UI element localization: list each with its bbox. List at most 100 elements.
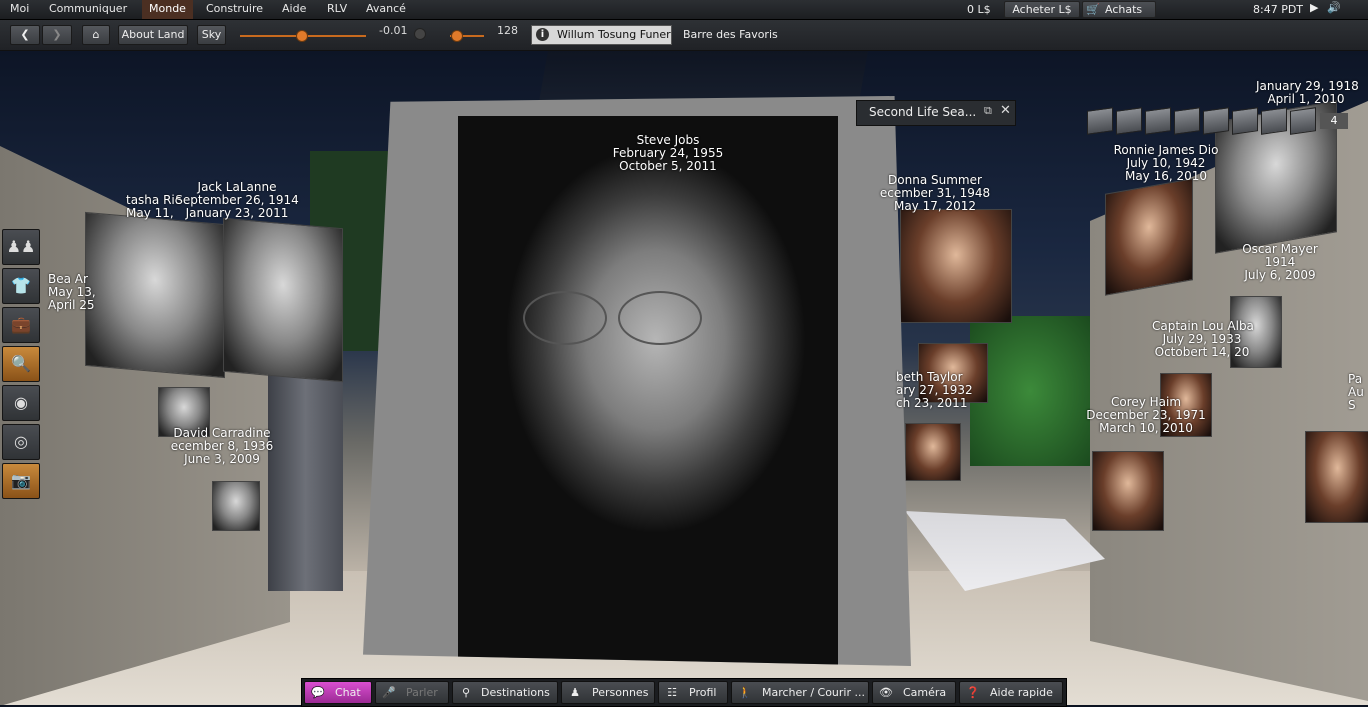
menu-build[interactable]: Construire bbox=[199, 0, 270, 19]
menu-help[interactable]: Aide bbox=[275, 0, 313, 19]
camera-object-6[interactable] bbox=[1232, 107, 1258, 135]
memorial-photo-taylor-2[interactable] bbox=[905, 423, 961, 481]
caption-david-carradine: David Carradine ecember 8, 1936 June 3, 20… bbox=[170, 426, 274, 466]
camera-button[interactable]: 👁 Caméra bbox=[872, 681, 956, 704]
help-icon: ❓ bbox=[966, 686, 980, 699]
sidebar-inventory-button[interactable]: 💼 bbox=[2, 307, 40, 343]
environment-slider-value: -0.01 bbox=[379, 24, 408, 37]
shop-button[interactable]: 🛒 Achats bbox=[1082, 1, 1156, 18]
cart-icon: 🛒 bbox=[1086, 3, 1100, 16]
map-pin-icon: ⚲ bbox=[461, 686, 471, 699]
radar-icon: ◎ bbox=[14, 432, 28, 451]
memorial-photo-haim-2[interactable] bbox=[1092, 451, 1164, 531]
destinations-label: Destinations bbox=[481, 686, 550, 699]
sidebar-snapshot-button[interactable]: 📷 bbox=[2, 463, 40, 499]
people-button[interactable]: ♟ Personnes bbox=[561, 681, 655, 704]
info-icon[interactable]: i bbox=[536, 28, 549, 41]
favorites-bar[interactable]: Barre des Favoris bbox=[683, 28, 778, 41]
speak-button[interactable]: 🎤 Parler bbox=[375, 681, 449, 704]
volume-icon[interactable]: 🔊 bbox=[1327, 1, 1341, 14]
appearance-icon: 👕 bbox=[11, 276, 31, 295]
memorial-photo-small[interactable] bbox=[212, 481, 260, 531]
home-icon: ⌂ bbox=[92, 28, 100, 41]
undock-icon[interactable]: ⧉ bbox=[984, 104, 992, 118]
caption-steve-jobs: Steve Jobs February 24, 1955 October 5, 20… bbox=[612, 133, 724, 173]
quick-help-button[interactable]: ❓ Aide rapide bbox=[959, 681, 1063, 704]
destinations-button[interactable]: ⚲ Destinations bbox=[452, 681, 558, 704]
memorial-photo-lalanne-2[interactable] bbox=[223, 217, 343, 383]
caption-pa: Pa Au S bbox=[1348, 372, 1364, 412]
profile-button[interactable]: ☷ Profil bbox=[658, 681, 728, 704]
sidebar-radar-button[interactable]: ◎ bbox=[2, 424, 40, 460]
camera-object-2[interactable] bbox=[1116, 107, 1142, 135]
walk-run-label: Marcher / Courir ... bbox=[762, 686, 865, 699]
memorial-photo-dio[interactable] bbox=[1105, 178, 1193, 296]
walk-run-button[interactable]: 🚶 Marcher / Courir ... bbox=[731, 681, 869, 704]
world-view[interactable]: Steve Jobs February 24, 1955 October 5, 20… bbox=[0, 51, 1368, 705]
sidebar-places-button[interactable]: ◉ bbox=[2, 385, 40, 421]
environment-slider-handle[interactable] bbox=[296, 30, 308, 42]
camera-object-1[interactable] bbox=[1087, 107, 1113, 135]
menu-world[interactable]: Monde bbox=[142, 0, 193, 19]
play-media-icon[interactable]: ▶ bbox=[1310, 1, 1318, 14]
buy-currency-button[interactable]: Acheter L$ bbox=[1004, 1, 1080, 18]
camera-object-3[interactable] bbox=[1145, 107, 1171, 135]
memorial-photo-lalanne-1[interactable] bbox=[85, 211, 225, 379]
reset-icon[interactable] bbox=[414, 28, 426, 40]
steve-jobs-memorial-panel[interactable] bbox=[363, 96, 911, 666]
sidebar-search-button[interactable]: 🔍 bbox=[2, 346, 40, 382]
people-icon: ♟ bbox=[570, 686, 580, 699]
shop-label: Achats bbox=[1105, 3, 1143, 16]
menu-me[interactable]: Moi bbox=[3, 0, 36, 19]
memorial-photo-pa[interactable] bbox=[1305, 431, 1368, 523]
microphone-icon: 🎤 bbox=[382, 686, 396, 699]
caption-bea-arthur: Bea Ar May 13, April 25 bbox=[48, 272, 96, 312]
camera-label: Caméra bbox=[903, 686, 947, 699]
camera-object-4[interactable] bbox=[1174, 107, 1200, 135]
draw-distance-slider-handle[interactable] bbox=[451, 30, 463, 42]
balance-text: 0 L$ bbox=[967, 3, 991, 16]
caption-elizabeth-taylor: beth Taylor ary 27, 1932 ch 23, 2011 bbox=[896, 370, 973, 410]
tree-foliage-right bbox=[970, 316, 1090, 466]
navigation-bar: ❮ ❯ ⌂ About Land Sky -0.01 128 i Willum … bbox=[0, 20, 1368, 51]
menu-rlv[interactable]: RLV bbox=[320, 0, 354, 19]
menu-communicate[interactable]: Communiquer bbox=[42, 0, 134, 19]
chevron-left-icon: ❮ bbox=[20, 28, 30, 41]
about-land-button[interactable]: About Land bbox=[118, 25, 188, 45]
location-text: Willum Tosung Funeral bbox=[557, 28, 672, 41]
sky-button[interactable]: Sky bbox=[197, 25, 226, 45]
close-icon[interactable]: ✕ bbox=[1000, 103, 1011, 118]
chat-button[interactable]: 💬 Chat bbox=[304, 681, 372, 704]
floater-title: Second Life Sea... bbox=[869, 105, 977, 119]
camera-object-5[interactable] bbox=[1203, 107, 1229, 135]
bottom-toolbar: 💬 Chat 🎤 Parler ⚲ Destinations ♟ Personn… bbox=[301, 678, 1067, 707]
people-label: Personnes bbox=[592, 686, 649, 699]
memorial-photo-summer[interactable] bbox=[900, 209, 1012, 323]
sidebar-appearance-button[interactable]: 👕 bbox=[2, 268, 40, 304]
portrait-image bbox=[458, 116, 838, 666]
back-button[interactable]: ❮ bbox=[10, 25, 40, 45]
location-field[interactable]: i Willum Tosung Funeral bbox=[531, 25, 672, 45]
profile-card-icon: ☷ bbox=[667, 686, 677, 699]
draw-distance-value: 128 bbox=[497, 24, 518, 37]
forward-button[interactable]: ❯ bbox=[42, 25, 72, 45]
caption-ronnie-james-dio: Ronnie James Dio July 10, 1942 May 16, 201… bbox=[1113, 143, 1219, 183]
caption-jack-lalanne: Jack LaLanne September 26, 1914 January 23… bbox=[175, 180, 299, 220]
search-icon: 🔍 bbox=[11, 354, 31, 373]
places-icon: ◉ bbox=[14, 393, 28, 412]
walking-person-icon: 🚶 bbox=[738, 686, 752, 699]
caption-1918-2010: January 29, 1918 April 1, 2010 bbox=[1256, 79, 1359, 106]
inventory-icon: 💼 bbox=[11, 315, 31, 334]
home-button[interactable]: ⌂ bbox=[82, 25, 110, 45]
camera-object-7[interactable] bbox=[1261, 107, 1287, 135]
snapshot-icon: 📷 bbox=[11, 471, 31, 490]
menu-bar: Moi Communiquer Monde Construire Aide RL… bbox=[0, 0, 1368, 20]
camera-object-8[interactable] bbox=[1290, 107, 1316, 135]
menu-advanced[interactable]: Avancé bbox=[359, 0, 413, 19]
search-floater[interactable]: Second Life Sea... ⧉ ✕ bbox=[856, 100, 1016, 126]
caption-oscar-mayer: Oscar Mayer 1914 July 6, 2009 bbox=[1242, 242, 1318, 282]
portrait-glasses-right bbox=[618, 291, 702, 345]
camera-count-badge: 4 bbox=[1320, 113, 1348, 129]
sidebar-people-button[interactable]: ♟♟ bbox=[2, 229, 40, 265]
clock: 8:47 PDT bbox=[1253, 3, 1304, 16]
